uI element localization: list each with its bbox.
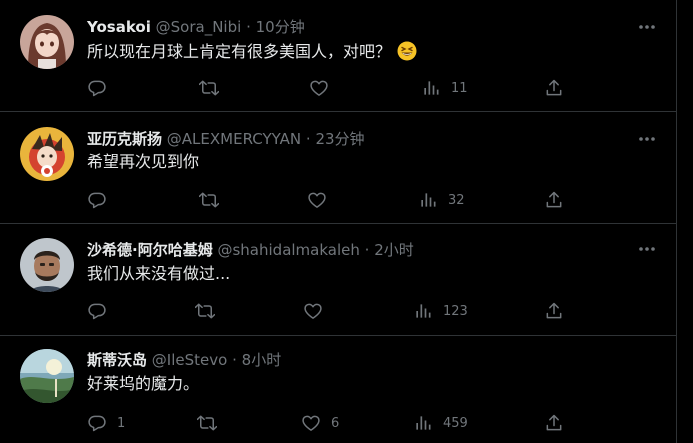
- share-icon: [544, 413, 564, 433]
- tweet-text-content: 我们从来没有做过...: [87, 264, 231, 283]
- reply-button[interactable]: 1: [87, 412, 125, 434]
- share-icon: [544, 190, 564, 210]
- timestamp[interactable]: 10分钟: [256, 18, 305, 36]
- tweet-header: 亚历克斯扬 @ALEXMERCYYAN · 23分钟: [87, 129, 365, 149]
- share-icon: [544, 78, 564, 98]
- separator-dot: ·: [305, 130, 311, 148]
- tweet-actions: 32: [87, 189, 567, 211]
- view-count: 123: [443, 303, 468, 319]
- reply-button[interactable]: [87, 189, 117, 211]
- avatar[interactable]: [20, 349, 74, 403]
- tweet[interactable]: 亚历克斯扬 @ALEXMERCYYAN · 23分钟 希望再次见到你 32: [0, 112, 676, 224]
- user-handle[interactable]: @Sora_Nibi: [156, 18, 242, 36]
- avatar[interactable]: [20, 127, 74, 181]
- display-name[interactable]: Yosakoi: [87, 18, 151, 36]
- scrollbar[interactable]: [677, 0, 693, 443]
- views-icon: [418, 190, 438, 210]
- share-button[interactable]: [544, 77, 564, 99]
- tweet[interactable]: 沙希德·阿尔哈基姆 @shahidalmakaleh · 2小时 我们从来没有做…: [0, 224, 676, 336]
- tweet-header: Yosakoi @Sora_Nibi · 10分钟: [87, 17, 305, 37]
- retweet-button[interactable]: [195, 300, 225, 322]
- more-options-icon[interactable]: [636, 128, 658, 150]
- tweet-text-content: 好莱坞的魔力。: [87, 374, 200, 393]
- reply-icon: [87, 413, 107, 433]
- retweet-icon: [199, 190, 219, 210]
- tweet-actions: 123: [87, 300, 567, 322]
- share-icon: [544, 301, 564, 321]
- retweet-icon: [195, 301, 215, 321]
- tweet-header: 斯蒂沃岛 @IleStevo · 8小时: [87, 350, 281, 370]
- like-button[interactable]: [309, 77, 339, 99]
- timestamp[interactable]: 23分钟: [315, 130, 364, 148]
- views-button[interactable]: 11: [421, 77, 468, 99]
- reply-icon: [87, 301, 107, 321]
- retweet-button[interactable]: [197, 412, 227, 434]
- like-count: 6: [331, 415, 340, 431]
- reply-icon: [87, 190, 107, 210]
- share-button[interactable]: [544, 412, 564, 434]
- retweet-icon: [199, 78, 219, 98]
- reply-button[interactable]: [87, 300, 117, 322]
- avatar[interactable]: [20, 15, 74, 69]
- view-count: 459: [443, 415, 468, 431]
- heart-icon: [307, 190, 327, 210]
- retweet-button[interactable]: [199, 189, 229, 211]
- tweet-actions: 11: [87, 77, 567, 99]
- separator-dot: ·: [364, 241, 370, 259]
- reply-icon: [87, 78, 107, 98]
- display-name[interactable]: 亚历克斯扬: [87, 130, 162, 148]
- share-button[interactable]: [544, 300, 564, 322]
- heart-icon: [301, 413, 321, 433]
- retweet-button[interactable]: [199, 77, 229, 99]
- tweet[interactable]: Yosakoi @Sora_Nibi · 10分钟 所以现在月球上肯定有很多美国…: [0, 0, 676, 112]
- tweet-header: 沙希德·阿尔哈基姆 @shahidalmakaleh · 2小时: [87, 240, 414, 260]
- tweet-text: 我们从来没有做过...: [87, 263, 230, 285]
- heart-icon: [309, 78, 329, 98]
- like-button[interactable]: [303, 300, 333, 322]
- user-handle[interactable]: @ALEXMERCYYAN: [167, 130, 301, 148]
- view-count: 32: [448, 192, 465, 208]
- tweet-text: 所以现在月球上肯定有很多美国人，对吧？: [87, 41, 417, 67]
- user-handle[interactable]: @shahidalmakaleh: [217, 241, 359, 259]
- views-icon: [413, 413, 433, 433]
- tweet-text-content: 希望再次见到你: [87, 152, 200, 171]
- timestamp[interactable]: 8小时: [242, 351, 282, 369]
- tweet-text-content: 所以现在月球上肯定有很多美国人，对吧？: [87, 42, 392, 61]
- views-button[interactable]: 32: [418, 189, 465, 211]
- like-button[interactable]: 6: [301, 412, 339, 434]
- reply-button[interactable]: [87, 77, 117, 99]
- tweet-actions: 1 6 459: [87, 412, 567, 434]
- share-button[interactable]: [544, 189, 564, 211]
- tweet-text: 希望再次见到你: [87, 151, 199, 173]
- user-handle[interactable]: @IleStevo: [152, 351, 228, 369]
- separator-dot: ·: [246, 18, 251, 36]
- separator-dot: ·: [232, 351, 237, 369]
- heart-icon: [303, 301, 323, 321]
- like-button[interactable]: [307, 189, 337, 211]
- views-button[interactable]: 123: [413, 300, 468, 322]
- display-name[interactable]: 沙希德·阿尔哈基姆: [87, 241, 213, 259]
- grinning-squinting-face-icon: [397, 41, 417, 67]
- timestamp[interactable]: 2小时: [374, 241, 414, 259]
- views-icon: [421, 78, 441, 98]
- retweet-icon: [197, 413, 217, 433]
- more-options-icon[interactable]: [636, 16, 658, 38]
- tweet[interactable]: 斯蒂沃岛 @IleStevo · 8小时 好莱坞的魔力。 1 6 459: [0, 336, 676, 443]
- tweet-text: 好莱坞的魔力。: [87, 373, 199, 395]
- avatar[interactable]: [20, 238, 74, 292]
- views-button[interactable]: 459: [413, 412, 468, 434]
- display-name[interactable]: 斯蒂沃岛: [87, 351, 147, 369]
- more-options-icon[interactable]: [636, 238, 658, 260]
- reply-count: 1: [117, 415, 126, 431]
- views-icon: [413, 301, 433, 321]
- timeline: Yosakoi @Sora_Nibi · 10分钟 所以现在月球上肯定有很多美国…: [0, 0, 677, 443]
- view-count: 11: [451, 80, 468, 96]
